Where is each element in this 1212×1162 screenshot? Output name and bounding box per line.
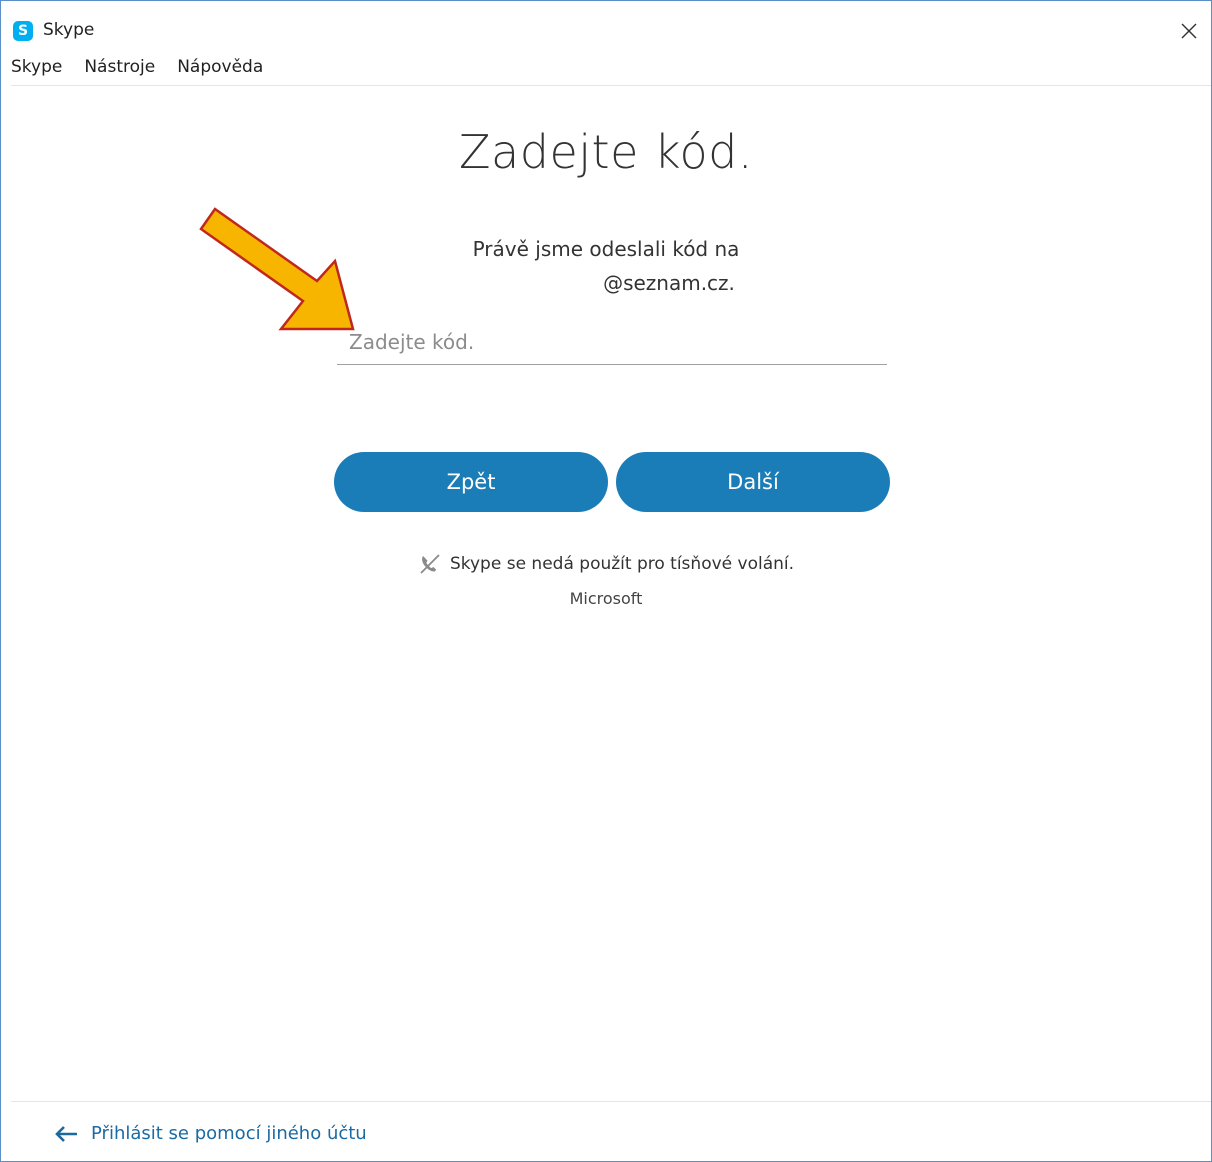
- code-input[interactable]: [337, 319, 887, 365]
- microsoft-brand: Microsoft: [569, 589, 643, 608]
- close-icon: [1181, 23, 1197, 39]
- footer-divider: [11, 1101, 1211, 1102]
- title-bar: S Skype: [1, 1, 1211, 55]
- menu-bar: Skype Nástroje Nápověda: [11, 57, 263, 77]
- code-sent-message: Právě jsme odeslali kód na: [472, 237, 740, 261]
- skype-window: S Skype Skype Nástroje Nápověda Zadejte …: [0, 0, 1212, 1162]
- menu-divider: [11, 85, 1211, 86]
- emergency-notice: Skype se nedá použít pro tísňové volání.: [1, 552, 1211, 576]
- switch-account-label: Přihlásit se pomocí jiného účtu: [91, 1123, 367, 1144]
- menu-item-tools[interactable]: Nástroje: [84, 57, 155, 77]
- annotation-arrow-icon: [199, 207, 355, 331]
- arrow-left-icon: [55, 1125, 77, 1142]
- back-button[interactable]: Zpět: [334, 452, 608, 512]
- code-sent-email: @seznam.cz.: [603, 271, 735, 295]
- switch-account-link[interactable]: Přihlásit se pomocí jiného účtu: [55, 1123, 367, 1144]
- page-title: Zadejte kód.: [459, 125, 753, 179]
- no-phone-icon: [420, 554, 440, 574]
- next-button[interactable]: Další: [616, 452, 890, 512]
- emergency-notice-text: Skype se nedá použít pro tísňové volání.: [449, 554, 795, 574]
- menu-item-skype[interactable]: Skype: [11, 57, 62, 77]
- menu-item-help[interactable]: Nápověda: [177, 57, 263, 77]
- window-title: Skype: [43, 20, 95, 40]
- skype-logo-icon: S: [13, 21, 33, 41]
- close-button[interactable]: [1173, 15, 1205, 47]
